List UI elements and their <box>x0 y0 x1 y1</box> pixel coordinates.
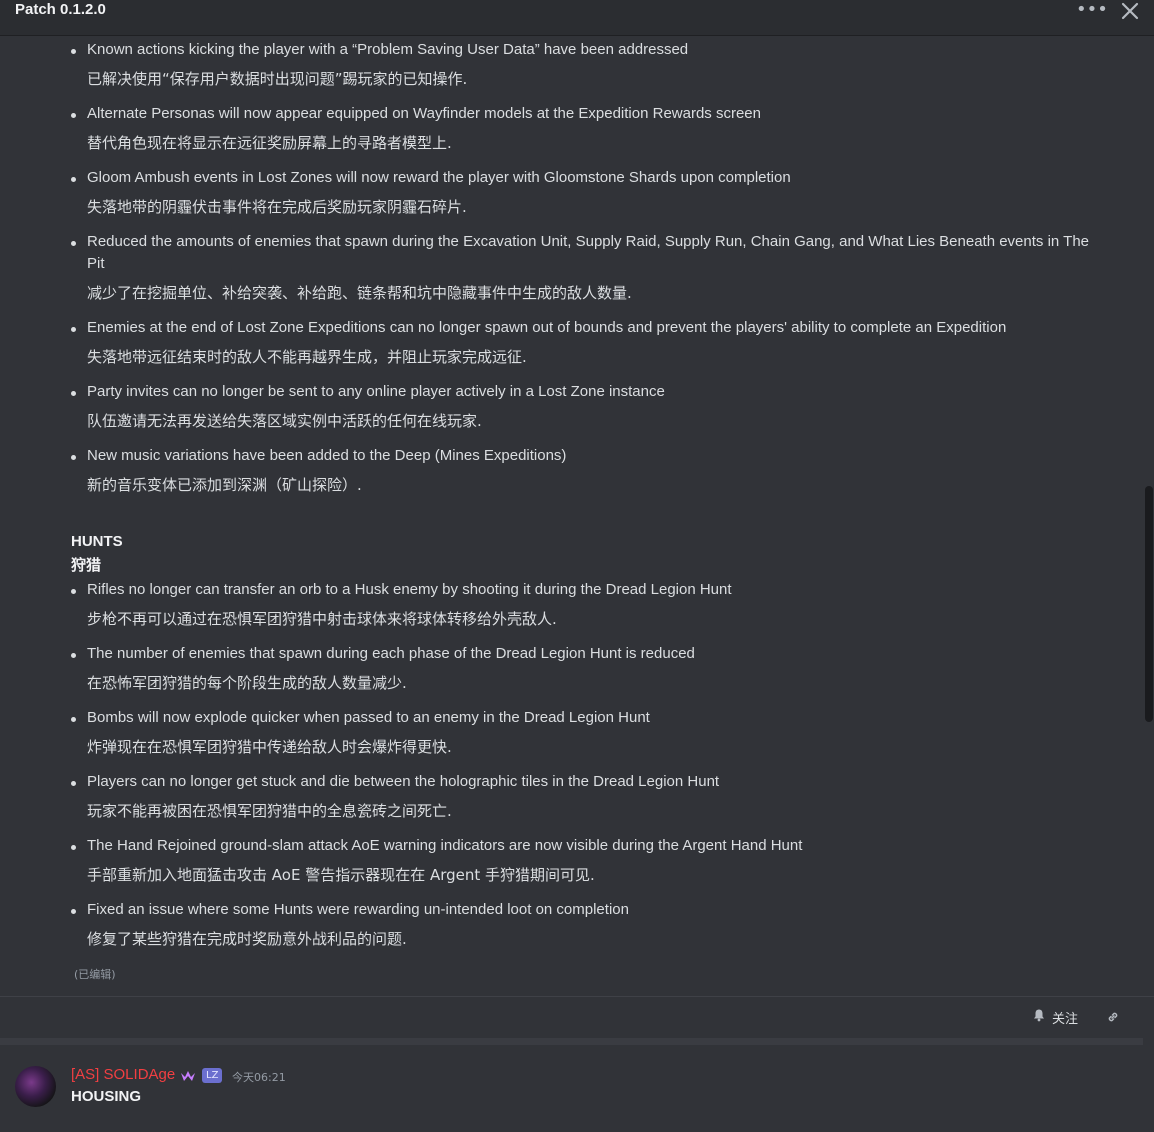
note-chinese: 修复了某些狩猎在完成时奖励意外战利品的问题. <box>87 930 407 948</box>
more-options-icon[interactable]: ••• <box>1076 0 1108 20</box>
follow-label: 关注 <box>1052 1011 1079 1027</box>
note-chinese: 队伍邀请无法再发送给失落区域实例中活跃的任何在线玩家. <box>87 412 482 430</box>
note-english: Bombs will now explode quicker when pass… <box>87 709 650 726</box>
note-chinese: 在恐怖军团狩猎的每个阶段生成的敌人数量减少. <box>87 674 407 692</box>
list-item: The Hand Rejoined ground-slam attack AoE… <box>71 835 1104 885</box>
list-item: Players can no longer get stuck and die … <box>71 771 1104 821</box>
message-content: Known actions kicking the player with a … <box>0 36 1154 996</box>
thread-title: Patch 0.1.2.0 <box>15 1 106 18</box>
timestamp: 今天06:21 <box>232 1071 286 1084</box>
section-heading-chinese: 狩猎 <box>71 557 102 574</box>
avatar[interactable] <box>15 1066 56 1107</box>
note-english: Alternate Personas will now appear equip… <box>87 105 761 122</box>
note-english: Fixed an issue where some Hunts were rew… <box>87 901 629 918</box>
list-item: The number of enemies that spawn during … <box>71 643 1104 693</box>
close-icon[interactable] <box>1119 0 1143 22</box>
scrollbar-thumb[interactable] <box>1145 486 1153 722</box>
note-english: Reduced the amounts of enemies that spaw… <box>87 233 1089 272</box>
hunts-section: Rifles no longer can transfer an orb to … <box>0 579 1154 963</box>
note-chinese: 失落地带的阴霾伏击事件将在完成后奖励玩家阴霾石碎片. <box>87 198 467 216</box>
hunts-list: Rifles no longer can transfer an orb to … <box>0 579 1154 949</box>
list-item: Enemies at the end of Lost Zone Expediti… <box>71 317 1104 367</box>
note-english: Gloom Ambush events in Lost Zones will n… <box>87 169 791 186</box>
follow-button[interactable]: 关注 <box>1022 1004 1092 1030</box>
username[interactable]: [AS] SOLIDAge <box>71 1066 175 1083</box>
note-english: Known actions kicking the player with a … <box>87 41 689 58</box>
message-text: HOUSING <box>71 1088 142 1105</box>
note-chinese: 手部重新加入地面猛击攻击 AoE 警告指示器现在在 Argent 手狩猎期间可见… <box>87 866 595 884</box>
guild-tag[interactable]: LZ <box>202 1068 223 1083</box>
note-chinese: 替代角色现在将显示在远征奖励屏幕上的寻路者模型上. <box>87 134 452 152</box>
list-item: Known actions kicking the player with a … <box>71 39 1104 89</box>
list-item: Alternate Personas will now appear equip… <box>71 103 1104 153</box>
message-item: [AS] SOLIDAge LZ 今天06:21 HOUSING <box>0 1054 1154 1132</box>
note-english: The number of enemies that spawn during … <box>87 645 695 662</box>
thread-header: Patch 0.1.2.0 ••• <box>0 0 1154 36</box>
note-chinese: 新的音乐变体已添加到深渊（矿山探险）. <box>87 476 362 494</box>
list-item: New music variations have been added to … <box>71 445 1104 495</box>
list-item: Bombs will now explode quicker when pass… <box>71 707 1104 757</box>
patch-notes-section: Known actions kicking the player with a … <box>0 39 1154 509</box>
section-heading-english: HUNTS <box>71 533 123 550</box>
divider <box>0 996 1154 997</box>
note-chinese: 玩家不能再被困在恐惧军团狩猎中的全息瓷砖之间死亡. <box>87 802 452 820</box>
note-english: Players can no longer get stuck and die … <box>87 773 720 790</box>
patch-notes-list: Known actions kicking the player with a … <box>0 39 1154 495</box>
note-english: Rifles no longer can transfer an orb to … <box>87 581 732 598</box>
note-chinese: 炸弹现在在恐惧军团狩猎中传递给敌人时会爆炸得更快. <box>87 738 452 756</box>
note-chinese: 减少了在挖掘单位、补给突袭、补给跑、链条帮和坑中隐藏事件中生成的敌人数量. <box>87 284 632 302</box>
note-chinese: 已解决使用“保存用户数据时出现问题”踢玩家的已知操作. <box>87 70 468 88</box>
note-english: Enemies at the end of Lost Zone Expediti… <box>87 319 1007 336</box>
note-chinese: 步枪不再可以通过在恐惧军团狩猎中射击球体来将球体转移给外壳敌人. <box>87 610 557 628</box>
note-english: The Hand Rejoined ground-slam attack AoE… <box>87 837 803 854</box>
note-english: Party invites can no longer be sent to a… <box>87 383 665 400</box>
note-chinese: 失落地带远征结束时的敌人不能再越界生成，并阻止玩家完成远征. <box>87 348 527 366</box>
crown-badge-icon <box>180 1069 196 1083</box>
list-item: Rifles no longer can transfer an orb to … <box>71 579 1104 629</box>
horizontal-scrollbar[interactable] <box>0 1038 1143 1045</box>
list-item: Reduced the amounts of enemies that spaw… <box>71 231 1104 303</box>
note-english: New music variations have been added to … <box>87 447 567 464</box>
list-item: Gloom Ambush events in Lost Zones will n… <box>71 167 1104 217</box>
edited-label: (已编辑) <box>74 968 116 981</box>
list-item: Party invites can no longer be sent to a… <box>71 381 1104 431</box>
link-icon[interactable] <box>1100 1004 1126 1030</box>
list-item: Fixed an issue where some Hunts were rew… <box>71 899 1104 949</box>
bell-icon <box>1032 1008 1046 1026</box>
